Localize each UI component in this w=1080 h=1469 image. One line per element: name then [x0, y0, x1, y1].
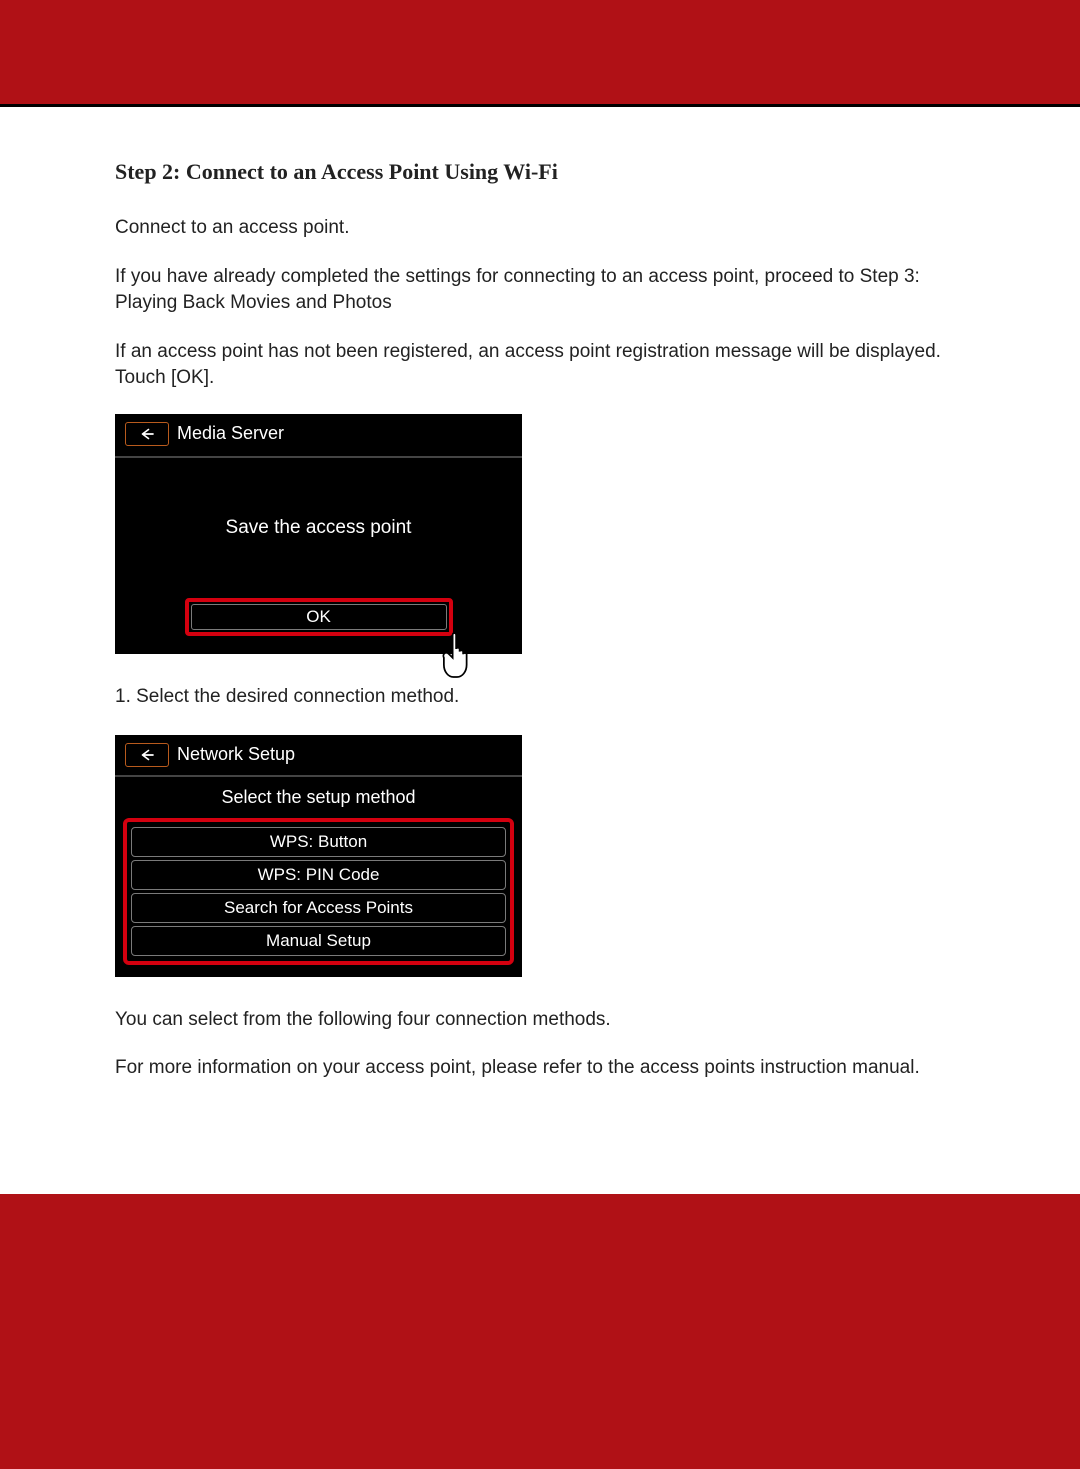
screen2-subtitle: Select the setup method: [115, 777, 522, 818]
option-wps-button[interactable]: WPS: Button: [131, 827, 506, 857]
paragraph-2: If you have already completed the settin…: [115, 264, 965, 317]
paragraph-3: If an access point has not been register…: [115, 339, 965, 392]
back-arrow-icon: [138, 748, 156, 762]
screenshot-network-setup: Network Setup Select the setup method WP…: [115, 735, 522, 977]
screen1-message: Save the access point: [226, 517, 412, 539]
back-arrow-icon: [138, 427, 156, 441]
screen1-title: Media Server: [177, 423, 284, 444]
back-button[interactable]: [125, 422, 169, 446]
back-button-2[interactable]: [125, 743, 169, 767]
option-search-ap[interactable]: Search for Access Points: [131, 893, 506, 923]
top-band: [0, 0, 1080, 104]
step-title: Step 2: Connect to an Access Point Using…: [115, 159, 965, 185]
paragraph-6: For more information on your access poin…: [115, 1055, 965, 1082]
screenshot-media-server: Media Server Save the access point OK: [115, 414, 522, 654]
options-highlight-frame: WPS: Button WPS: PIN Code Search for Acc…: [123, 818, 514, 965]
screen2-title: Network Setup: [177, 744, 295, 765]
option-manual-setup[interactable]: Manual Setup: [131, 926, 506, 956]
ok-button[interactable]: OK: [191, 604, 447, 630]
paragraph-4: 1. Select the desired connection method.: [115, 684, 965, 711]
screen1-body: Save the access point: [115, 458, 522, 598]
screen2-header: Network Setup: [115, 735, 522, 775]
paragraph-1: Connect to an access point.: [115, 215, 965, 242]
bottom-band: [0, 1194, 1080, 1469]
screen1-header: Media Server: [115, 414, 522, 456]
ok-highlight-frame: OK: [185, 598, 453, 636]
ok-button-area: OK: [115, 598, 522, 636]
touch-hand-icon: [429, 628, 485, 684]
paragraph-5: You can select from the following four c…: [115, 1007, 965, 1034]
option-wps-pin[interactable]: WPS: PIN Code: [131, 860, 506, 890]
page-content: Step 2: Connect to an Access Point Using…: [0, 107, 1080, 1194]
